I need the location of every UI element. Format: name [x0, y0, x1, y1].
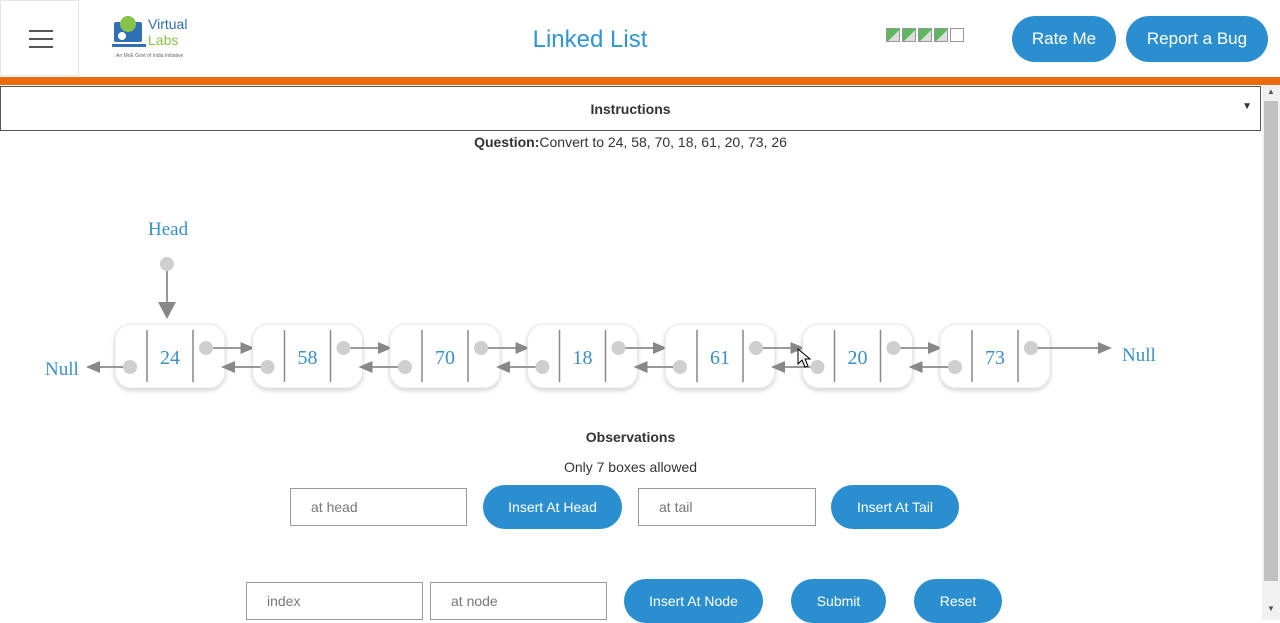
scroll-down-icon[interactable]: ▼: [1266, 604, 1276, 613]
submit-button[interactable]: Submit: [791, 579, 886, 623]
social-badges: [886, 28, 964, 44]
observations-text: Only 7 boxes allowed: [563, 459, 698, 475]
badge-icon[interactable]: [902, 28, 916, 42]
next-pointer-dot: [749, 341, 763, 355]
next-pointer-dot: [1024, 341, 1038, 355]
insert-at-node-button[interactable]: Insert At Node: [624, 579, 763, 623]
list-node: 61: [664, 323, 776, 389]
instructions-label: Instructions: [590, 101, 671, 117]
list-node: 73: [939, 323, 1051, 389]
next-pointer-dot: [199, 341, 213, 355]
badge-icon[interactable]: [950, 28, 964, 42]
node-value: 24: [160, 347, 180, 369]
question-text: Convert to 24, 58, 70, 18, 61, 20, 73, 2…: [539, 134, 787, 150]
head-pointer-arrow-icon: [158, 302, 176, 319]
menu-button[interactable]: [0, 0, 79, 76]
caret-down-icon: ▼: [1242, 101, 1252, 112]
virtual-labs-logo[interactable]: Virtual Labs An MoE Govt of India Initia…: [110, 12, 210, 64]
header-accent-bar: [0, 77, 1280, 85]
node-value: 18: [573, 347, 593, 369]
hamburger-icon: [29, 30, 53, 32]
node-value: 20: [848, 347, 868, 369]
badge-icon[interactable]: [886, 28, 900, 42]
head-label: Head: [148, 219, 189, 240]
badge-icon[interactable]: [918, 28, 932, 42]
scroll-up-icon[interactable]: ▲: [1266, 87, 1276, 96]
logo-text-virtual: Virtual: [148, 16, 188, 32]
question: Question:Convert to 24, 58, 70, 18, 61, …: [0, 134, 1261, 150]
index-input[interactable]: [246, 582, 423, 620]
nodes-layer: 24 58 70 18 61 20 73: [86, 323, 1112, 389]
list-node: 18: [527, 323, 638, 389]
node-value: 61: [710, 347, 730, 369]
next-pointer-dot: [611, 341, 626, 355]
node-value: 73: [985, 347, 1005, 369]
list-node: 58: [252, 323, 363, 389]
instructions-dropdown[interactable]: Instructions ▼: [0, 86, 1261, 131]
next-pointer-dot: [336, 341, 351, 355]
next-pointer-dot: [474, 341, 488, 355]
flask-icon: [112, 16, 146, 47]
mouse-cursor-icon: [797, 348, 811, 368]
list-node: 70: [389, 323, 501, 389]
head-pointer-dot: [160, 257, 174, 271]
linked-list-diagram: Head Null Null 24 58 70 18 61 20 73: [45, 219, 1156, 389]
hamburger-icon-bar: [29, 46, 53, 48]
left-null-label: Null: [45, 359, 79, 380]
badge-icon[interactable]: [934, 28, 948, 42]
insert-at-tail-button[interactable]: Insert At Tail: [831, 485, 959, 529]
at-tail-input[interactable]: [638, 488, 816, 526]
next-pointer-dot: [886, 341, 901, 355]
page-title: Linked List: [532, 26, 648, 53]
scroll-thumb[interactable]: [1264, 101, 1278, 581]
node-value: 58: [298, 347, 318, 369]
prev-pointer-dot: [123, 360, 137, 374]
prev-pointer-dot: [260, 360, 275, 374]
prev-pointer-dot: [535, 360, 550, 374]
prev-pointer-dot: [398, 360, 412, 374]
vertical-scrollbar[interactable]: ▲ ▼: [1262, 85, 1280, 620]
logo-tagline: An MoE Govt of India Initiative: [116, 53, 184, 59]
list-node: 20: [802, 323, 913, 389]
list-node: 24: [114, 323, 226, 389]
observations-title: Observations: [585, 429, 676, 445]
prev-arrow-icon: [86, 361, 100, 373]
header: Virtual Labs An MoE Govt of India Initia…: [0, 0, 1280, 77]
hamburger-icon-bar: [29, 38, 53, 40]
report-bug-button[interactable]: Report a Bug: [1126, 16, 1268, 62]
at-head-input[interactable]: [290, 488, 467, 526]
question-prefix: Question:: [474, 134, 540, 150]
prev-pointer-dot: [673, 360, 687, 374]
node-value: 70: [435, 347, 455, 369]
logo-text-labs: Labs: [148, 32, 179, 48]
prev-pointer-dot: [948, 360, 962, 374]
right-null-label: Null: [1122, 345, 1156, 366]
reset-button[interactable]: Reset: [914, 579, 1002, 623]
next-arrow-icon: [1098, 342, 1112, 354]
prev-pointer-dot: [810, 360, 825, 374]
at-node-input[interactable]: [430, 582, 607, 620]
rate-me-button[interactable]: Rate Me: [1012, 16, 1116, 62]
insert-at-head-button[interactable]: Insert At Head: [483, 485, 622, 529]
